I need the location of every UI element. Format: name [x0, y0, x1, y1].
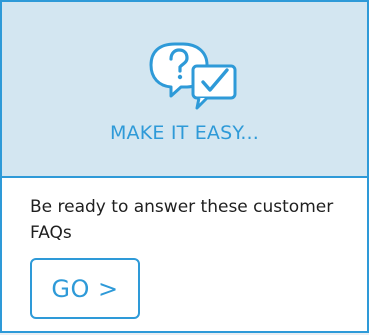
card-banner: MAKE IT EASY...: [2, 2, 367, 178]
faq-description: Be ready to answer these customer FAQs: [30, 197, 334, 243]
go-button[interactable]: GO >: [30, 258, 140, 319]
faq-card: MAKE IT EASY... Be ready to answer these…: [0, 0, 369, 333]
banner-title: MAKE IT EASY...: [109, 122, 260, 144]
faq-question-check-icon: [149, 42, 237, 110]
